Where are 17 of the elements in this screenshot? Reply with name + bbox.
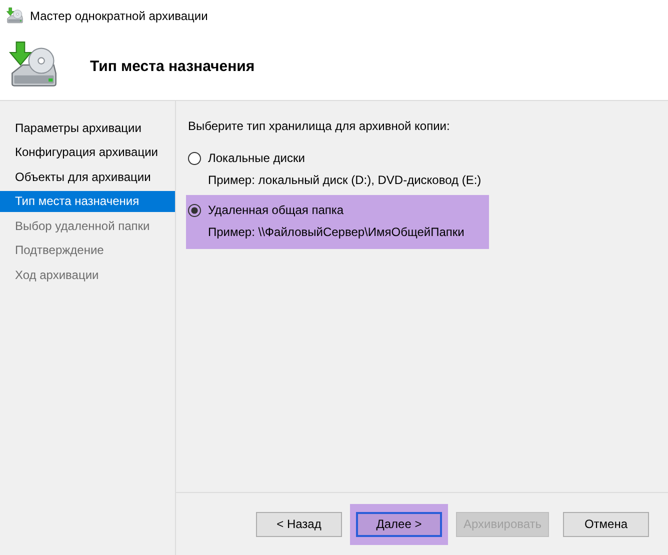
wizard-button[interactable]: < Назад bbox=[256, 512, 342, 536]
option-label[interactable]: Локальные диски bbox=[208, 151, 305, 165]
wizard-step[interactable]: Конфигурация архивации bbox=[0, 142, 175, 163]
wizard-step[interactable]: Объекты для архивации bbox=[0, 166, 175, 188]
wizard-step[interactable]: Параметры архивации bbox=[0, 117, 175, 138]
wizard-step[interactable]: Тип места назначения bbox=[0, 190, 175, 212]
backup-drive-icon bbox=[6, 7, 24, 25]
radio-button[interactable] bbox=[188, 152, 201, 164]
wizard-button[interactable]: Отмена bbox=[563, 512, 649, 536]
radio-button[interactable] bbox=[188, 204, 201, 216]
window-title: Мастер однократной архивации bbox=[30, 9, 208, 23]
prompt-text: Выберите тип хранилища для архивной копии: bbox=[188, 119, 450, 133]
page-title: Тип места назначения bbox=[90, 58, 255, 74]
example-text: Пример: локальный диск (D:), DVD-дисковод (E:) bbox=[207, 173, 482, 187]
wizard-button[interactable]: Далее > bbox=[356, 512, 442, 536]
option-label[interactable]: Удаленная общая папка bbox=[208, 203, 344, 217]
example-text: Пример: \\ФайловыйСервер\ИмяОбщейПапки bbox=[207, 225, 464, 239]
